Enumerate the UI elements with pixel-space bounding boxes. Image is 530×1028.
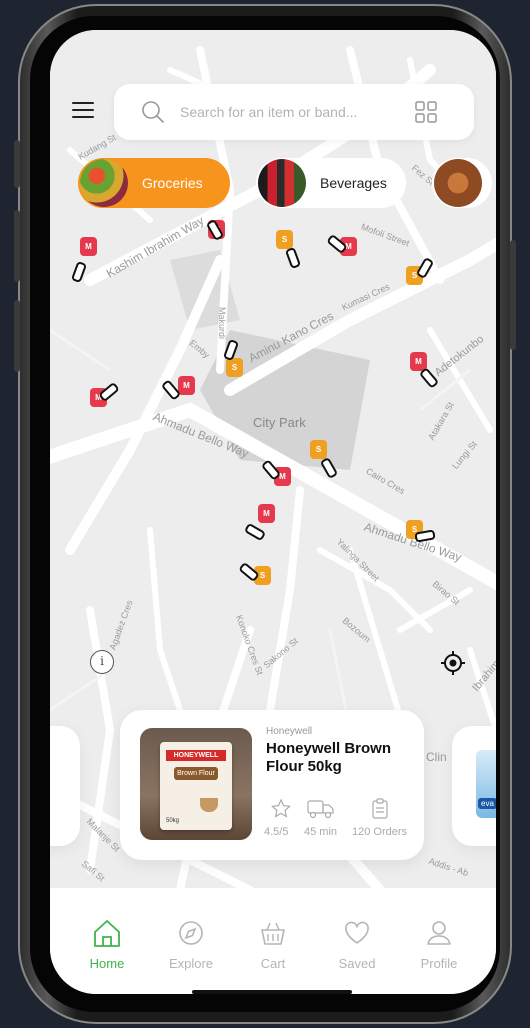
basket-icon [261, 922, 285, 945]
tab-home[interactable]: Home [72, 918, 142, 971]
store-marker-red[interactable]: M [258, 504, 275, 523]
heart-icon [345, 921, 369, 944]
category-beverages[interactable]: Beverages [256, 158, 406, 208]
tab-label: Profile [420, 956, 458, 971]
phone-volume-up [14, 210, 20, 282]
product-card-prev[interactable]: ders [50, 726, 80, 846]
home-icon [94, 920, 120, 947]
tab-profile[interactable]: Profile [404, 918, 474, 971]
store-marker-orange[interactable]: S [226, 358, 243, 377]
star-icon [271, 798, 291, 818]
bottom-tab-bar: Home Explore Cart Saved Profile [50, 888, 496, 994]
next-card-brand: eva [478, 798, 496, 809]
product-card-next[interactable]: eva [452, 726, 496, 846]
store-marker-red[interactable]: M [178, 376, 195, 395]
user-icon [427, 921, 451, 945]
store-marker-orange[interactable]: S [276, 230, 293, 249]
crosshair-icon [441, 651, 465, 675]
category-groceries[interactable]: Groceries [78, 158, 230, 208]
product-name: Honeywell Brown Flour 50kg [266, 740, 392, 775]
tab-label: Saved [338, 956, 376, 971]
product-delivery-time: 45 min [304, 826, 338, 838]
phone-power-button [510, 240, 516, 350]
menu-icon[interactable] [72, 102, 94, 120]
tab-explore[interactable]: Explore [156, 918, 226, 971]
tab-label: Explore [168, 956, 214, 971]
product-card[interactable]: HONEYWELL Brown Flour 50kg Honeywell Hon… [120, 710, 424, 860]
tab-label: Cart [260, 956, 286, 971]
map-label-makurdi: Makurdi [217, 306, 228, 340]
tab-label: Home [89, 956, 125, 971]
search-icon [142, 101, 164, 123]
food-thumbnail [434, 159, 482, 207]
category-label: Beverages [320, 175, 387, 191]
tab-cart[interactable]: Cart [238, 918, 308, 971]
grid-icon[interactable] [414, 100, 438, 124]
tab-saved[interactable]: Saved [322, 918, 392, 971]
category-more[interactable] [432, 158, 492, 208]
map-label-city-park: City Park [253, 415, 306, 430]
info-button[interactable]: i [90, 650, 114, 674]
home-indicator [192, 990, 352, 994]
phone-volume-down [14, 300, 20, 372]
compass-icon [179, 921, 203, 945]
product-rating: 4.5/5 [264, 826, 289, 838]
package-weight: 50kg [166, 818, 180, 824]
app-screen: Kashim Ibrahim Way Aminu Kano Cres Ahmad… [50, 30, 496, 994]
product-image: HONEYWELL Brown Flour 50kg [140, 728, 252, 840]
delivery-truck-icon [307, 800, 334, 819]
search-bar[interactable] [114, 84, 474, 140]
category-label: Groceries [142, 175, 203, 191]
product-orders: 120 Orders [352, 826, 408, 838]
package-brand: HONEYWELL [166, 750, 226, 761]
groceries-thumbnail [80, 159, 128, 207]
search-input[interactable] [180, 104, 390, 120]
store-marker-orange[interactable]: S [310, 440, 327, 459]
store-marker-red[interactable]: M [80, 237, 97, 256]
clipboard-icon [372, 798, 388, 819]
product-brand: Honeywell [266, 726, 313, 737]
phone-mute-switch [14, 140, 20, 188]
map-label-clinic: Clin [426, 750, 447, 764]
locate-me-button[interactable] [440, 650, 466, 676]
beverages-thumbnail [258, 159, 306, 207]
package-label: Brown Flour [174, 767, 218, 780]
